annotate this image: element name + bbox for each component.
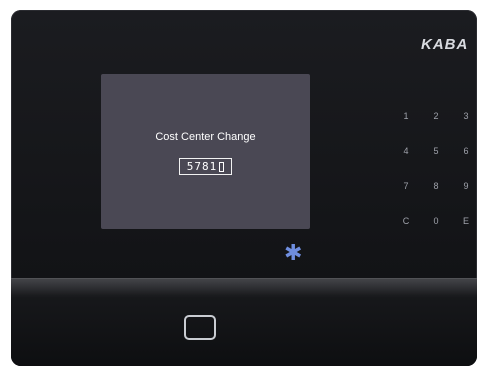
key-0[interactable]: 0 bbox=[421, 215, 451, 250]
key-5[interactable]: 5 bbox=[421, 145, 451, 180]
key-1[interactable]: 1 bbox=[391, 110, 421, 145]
display-screen: Cost Center Change 5781 bbox=[101, 74, 310, 229]
brand-logo: KABA bbox=[421, 36, 469, 53]
key-7[interactable]: 7 bbox=[391, 180, 421, 215]
cost-center-value: 5781 bbox=[186, 160, 218, 173]
key-8[interactable]: 8 bbox=[421, 180, 451, 215]
terminal-device: KABA Cost Center Change 5781 1 2 3 4 5 6… bbox=[11, 10, 477, 366]
ledge-highlight bbox=[11, 278, 477, 298]
key-2[interactable]: 2 bbox=[421, 110, 451, 145]
keypad: 1 2 3 4 5 6 7 8 9 C 0 E bbox=[391, 110, 477, 250]
asterisk-icon: ✱ bbox=[284, 240, 303, 265]
key-3[interactable]: 3 bbox=[451, 110, 477, 145]
key-enter[interactable]: E bbox=[451, 215, 477, 250]
cost-center-input[interactable]: 5781 bbox=[179, 158, 232, 175]
key-6[interactable]: 6 bbox=[451, 145, 477, 180]
screen-title: Cost Center Change bbox=[155, 131, 256, 143]
key-clear[interactable]: C bbox=[391, 215, 421, 250]
key-9[interactable]: 9 bbox=[451, 180, 477, 215]
key-4[interactable]: 4 bbox=[391, 145, 421, 180]
rfid-reader-icon[interactable] bbox=[184, 315, 216, 340]
input-cursor bbox=[219, 161, 225, 172]
